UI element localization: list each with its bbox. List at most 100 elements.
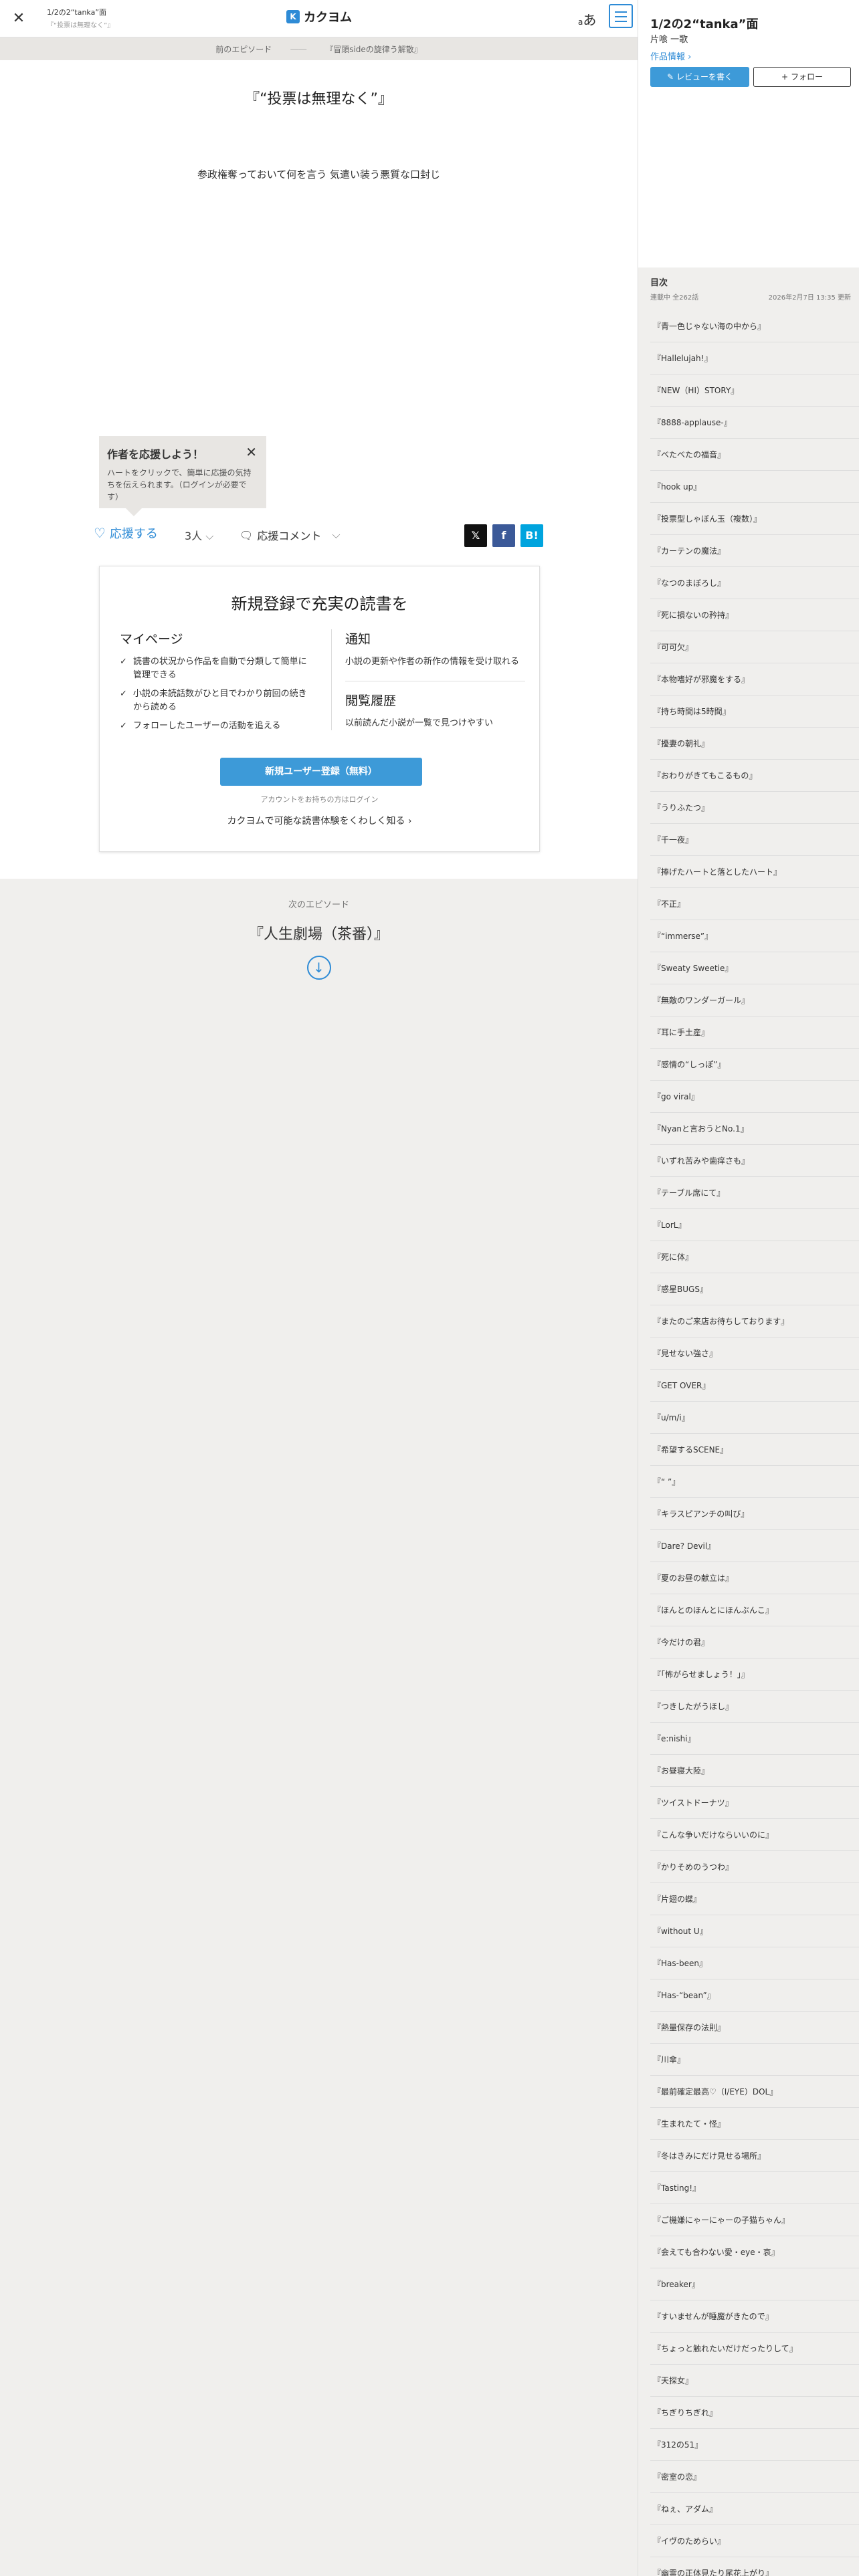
next-episode-label: 次のエピソード	[288, 900, 349, 910]
episode-list-item[interactable]: 『e:nishi』	[650, 1723, 859, 1755]
author-name[interactable]: 片喰 一歌	[650, 32, 688, 45]
menu-icon[interactable]	[609, 4, 633, 28]
follow-label: フォロー	[790, 72, 823, 82]
episode-list-item[interactable]: 『NEW（HI）STORY』	[650, 374, 859, 407]
episode-list-item[interactable]: 『本物嗜好が邪魔をする』	[650, 663, 859, 695]
hatena-bookmark-icon[interactable]: B!	[520, 524, 543, 547]
episode-list-item[interactable]: 『希望するSCENE』	[650, 1434, 859, 1466]
episode-list-item[interactable]: 『without U』	[650, 1915, 859, 1947]
share-buttons: 𝕏 f B!	[464, 524, 543, 547]
episode-list-item[interactable]: 『こんな争いだけならいいのに』	[650, 1819, 859, 1851]
episode-list-item[interactable]: 『夏のお昼の献立は』	[650, 1562, 859, 1594]
site-logo[interactable]: K カクヨム	[286, 8, 352, 25]
episode-list-item[interactable]: 『Nyanと言おうとNo.1』	[650, 1113, 859, 1145]
episode-list-item[interactable]: 『今だけの君』	[650, 1626, 859, 1658]
facebook-share-icon[interactable]: f	[492, 524, 515, 547]
login-link[interactable]: アカウントをお持ちの方はログイン	[100, 794, 539, 804]
episode-list-item[interactable]: 『最前確定最高♡（I/EYE）DOL』	[650, 2076, 859, 2108]
episode-list-item[interactable]: 『可可欠』	[650, 631, 859, 663]
work-title[interactable]: 1/2の2“tanka”面	[650, 15, 759, 32]
prev-episode-title[interactable]: 『冒頭sideの旋律う解散』	[325, 43, 422, 55]
episode-list-item[interactable]: 『うりふたつ』	[650, 792, 859, 824]
prev-episode-link[interactable]: 前のエピソード	[215, 43, 272, 55]
write-review-button[interactable]: ✎ レビューを書く	[650, 67, 749, 87]
follow-button[interactable]: + フォロー	[753, 67, 851, 87]
support-count[interactable]: 3人 ⌵	[185, 527, 213, 543]
episode-list-item[interactable]: 『生まれたて・怪』	[650, 2108, 859, 2140]
episode-list-item[interactable]: 『“ ”』	[650, 1466, 859, 1498]
episode-list-item[interactable]: 『天探女』	[650, 2365, 859, 2397]
episode-list-item[interactable]: 『青一色じゃない海の中から』	[650, 310, 859, 342]
episode-list-item[interactable]: 『死に損ないの矜持』	[650, 599, 859, 631]
episode-list-item[interactable]: 『感情の“しっぽ”』	[650, 1049, 859, 1081]
episode-list-item[interactable]: 『「怖がらせましょう！」』	[650, 1658, 859, 1691]
episode-list-item[interactable]: 『不正』	[650, 888, 859, 920]
episode-list-item[interactable]: 『かりそめのうつわ』	[650, 1851, 859, 1883]
episode-list-item[interactable]: 『冬はきみにだけ見せる場所』	[650, 2140, 859, 2172]
chevron-down-icon: ⌵	[332, 528, 341, 541]
episode-list-item[interactable]: 『いずれ苦みや歯痒さも』	[650, 1145, 859, 1177]
episode-list-item[interactable]: 『片翅の蝶』	[650, 1883, 859, 1915]
register-button[interactable]: 新規ユーザー登録（無料）	[220, 758, 422, 786]
episode-list-item[interactable]: 『べたべたの福音』	[650, 439, 859, 471]
episode-list-item[interactable]: 『8888-applause-』	[650, 407, 859, 439]
close-icon[interactable]: ✕	[9, 9, 28, 28]
work-info-link[interactable]: 作品情報 ›	[650, 49, 691, 62]
episode-list-item[interactable]: 『川傘』	[650, 2044, 859, 2076]
episode-list-item[interactable]: 『Tasting!』	[650, 2172, 859, 2204]
episode-list-item[interactable]: 『捧げたハートと落としたハート』	[650, 856, 859, 888]
close-icon[interactable]: ✕	[246, 444, 257, 460]
episode-list-item[interactable]: 『イヴのためらい』	[650, 2525, 859, 2557]
episode-list-item[interactable]: 『ほんとのほんとにほんぶんこ』	[650, 1594, 859, 1626]
episode-list-item[interactable]: 『見せない強さ』	[650, 1337, 859, 1370]
episode-list-item[interactable]: 『Hallelujah!』	[650, 342, 859, 374]
episode-list-item[interactable]: 『持ち時間は5時間』	[650, 695, 859, 728]
episode-list-item[interactable]: 『キラスピアンチの叫び』	[650, 1498, 859, 1530]
episode-list-item[interactable]: 『LorL』	[650, 1209, 859, 1241]
episode-list-item[interactable]: 『熱量保存の法則』	[650, 2012, 859, 2044]
episode-list-item[interactable]: 『耳に手土産』	[650, 1016, 859, 1049]
episode-list-item[interactable]: 『テーブル席にて』	[650, 1177, 859, 1209]
episode-list-item[interactable]: 『無敵のワンダーガール』	[650, 984, 859, 1016]
episode-list-item[interactable]: 『惑星BUGS』	[650, 1273, 859, 1305]
episode-list-item[interactable]: 『breaker』	[650, 2268, 859, 2300]
episode-list-item[interactable]: 『なつのまぼろし』	[650, 567, 859, 599]
logo-text: カクヨム	[304, 11, 352, 25]
episode-list-item[interactable]: 『カーテンの魔法』	[650, 535, 859, 567]
arrow-down-icon[interactable]: ↓	[306, 956, 331, 980]
header-titles[interactable]: 1/2の2“tanka”面 『“投票は無理なく”』	[47, 7, 114, 29]
learn-more-link[interactable]: カクヨムで可能な読書体験をくわしく知る ›	[100, 814, 539, 827]
episode-list-item[interactable]: 『312の51』	[650, 2429, 859, 2461]
episode-list-item[interactable]: 『投票型しゃぼん玉（複数）』	[650, 503, 859, 535]
next-episode-title[interactable]: 『人生劇場（茶番）』	[0, 922, 638, 944]
episode-list-item[interactable]: 『Has-been』	[650, 1947, 859, 1979]
episode-list-item[interactable]: 『幽霊の正体見たり尾花上がり』	[650, 2557, 859, 2576]
episode-list-item[interactable]: 『つきしたがうほし』	[650, 1691, 859, 1723]
episode-list-item[interactable]: 『擾妻の朝礼』	[650, 728, 859, 760]
episode-list-item[interactable]: 『“immerse”』	[650, 920, 859, 952]
episode-list-item[interactable]: 『Dare? Devil』	[650, 1530, 859, 1562]
episode-list-item[interactable]: 『ねぇ、アダム』	[650, 2493, 859, 2525]
support-button[interactable]: ♡ 応援する	[94, 524, 158, 542]
episode-list-item[interactable]: 『おわりがきてもこるもの』	[650, 760, 859, 792]
episode-list-item[interactable]: 『hook up』	[650, 471, 859, 503]
episode-list-item[interactable]: 『ご機嫌にゃーにゃーの子猫ちゃん』	[650, 2204, 859, 2236]
episode-list-item[interactable]: 『go viral』	[650, 1081, 859, 1113]
comment-button[interactable]: 🗨 応援コメント ⌵	[240, 527, 340, 543]
episode-list-item[interactable]: 『すいませんが睡魔がきたので』	[650, 2300, 859, 2333]
episode-list-item[interactable]: 『ちぎりちぎれ』	[650, 2397, 859, 2429]
episode-list-item[interactable]: 『死に体』	[650, 1241, 859, 1273]
episode-list-item[interactable]: 『お昼寝大陸』	[650, 1755, 859, 1787]
episode-list-item[interactable]: 『千一夜』	[650, 824, 859, 856]
font-settings-button[interactable]: aあ	[578, 9, 596, 29]
episode-list-item[interactable]: 『会えても合わない愛・eye・哀』	[650, 2236, 859, 2268]
episode-list-item[interactable]: 『Sweaty Sweetie』	[650, 952, 859, 984]
x-share-icon[interactable]: 𝕏	[464, 524, 487, 547]
episode-list-item[interactable]: 『Has-“bean”』	[650, 1979, 859, 2012]
episode-list-item[interactable]: 『密室の恋』	[650, 2461, 859, 2493]
episode-list-item[interactable]: 『GET OVER』	[650, 1370, 859, 1402]
episode-list-item[interactable]: 『u/m/i』	[650, 1402, 859, 1434]
episode-list-item[interactable]: 『ちょっと触れたいだけだったりして』	[650, 2333, 859, 2365]
episode-list-item[interactable]: 『またのご来店お待ちしております』	[650, 1305, 859, 1337]
episode-list-item[interactable]: 『ツイストドーナツ』	[650, 1787, 859, 1819]
